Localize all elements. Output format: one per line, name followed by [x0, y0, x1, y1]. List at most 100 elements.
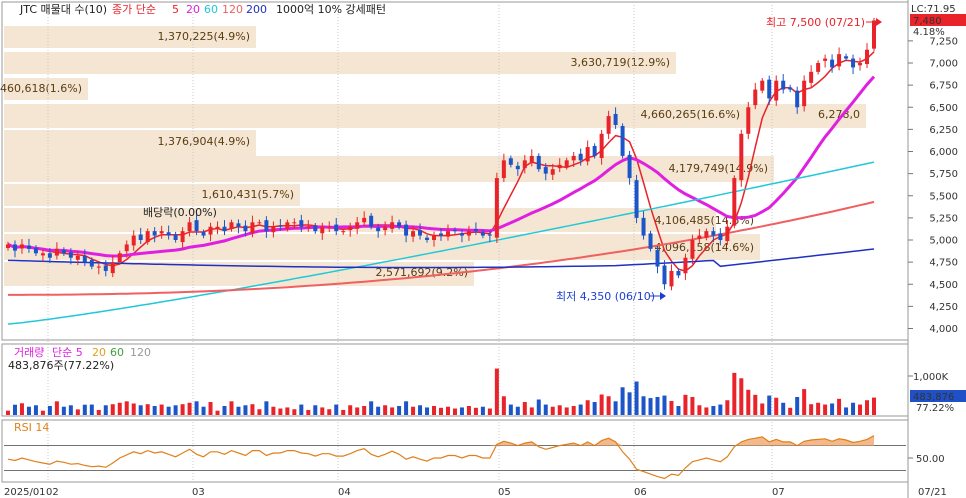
volume-bar	[152, 406, 157, 415]
volume-bar	[439, 407, 443, 415]
candle-body	[369, 215, 374, 227]
rsi-axis-tick: 50.00	[916, 454, 945, 465]
candle-body	[397, 222, 402, 227]
volume-bar	[816, 402, 821, 415]
candle-body	[494, 178, 499, 238]
volume-bar	[341, 409, 346, 415]
price-tick-label: 4,750	[929, 258, 958, 269]
volume-profile-bar	[4, 156, 774, 182]
volume-bar	[33, 405, 38, 415]
volume-bar	[397, 406, 402, 415]
volume-bar	[243, 405, 248, 415]
volume-bar	[201, 406, 206, 415]
candle-body	[746, 107, 751, 134]
candle-body	[208, 226, 213, 235]
candle-body	[117, 253, 122, 263]
volume-bar	[718, 404, 723, 415]
candle-body	[480, 232, 485, 236]
volume-bar	[459, 407, 464, 415]
volume-bar	[585, 400, 590, 415]
volume-profile-label: 1,610,431(5.7%)	[201, 188, 294, 201]
candle-body	[257, 222, 262, 224]
volume-bar	[802, 389, 807, 415]
volume-bar	[159, 404, 164, 415]
volume-bar	[837, 398, 842, 415]
volume-bar	[676, 406, 681, 415]
volume-bar	[131, 403, 136, 415]
dividend-annotation: 배당락(0.00%)	[143, 206, 217, 219]
candle-body	[236, 223, 241, 227]
volume-bar	[774, 397, 779, 415]
volume-bar	[285, 407, 290, 415]
volume-bar	[466, 406, 471, 415]
volume-bar	[404, 401, 409, 415]
candle-body	[299, 220, 304, 227]
candle-body	[802, 80, 807, 107]
volume-profile-label: 4,106,485(14.6%)	[654, 214, 754, 227]
candle-body	[320, 226, 325, 234]
candle-body	[33, 247, 38, 254]
volume-bar	[264, 401, 269, 415]
volume-bar	[515, 406, 520, 415]
price-tick-label: 4,250	[929, 302, 958, 313]
candle-body	[404, 224, 409, 236]
volume-bar	[292, 409, 297, 415]
candle-body	[334, 224, 339, 232]
candle-body	[383, 226, 388, 231]
candle-body	[508, 158, 513, 165]
volume-bar	[173, 405, 178, 415]
volume-bar	[487, 408, 492, 415]
volume-bar	[320, 407, 325, 415]
candle-body	[124, 244, 129, 252]
candle-body	[760, 80, 765, 91]
candle-body	[145, 231, 150, 243]
candle-body	[26, 245, 31, 249]
candle-body	[243, 225, 248, 232]
volume-profile-label: 1,376,904(4.9%)	[157, 135, 250, 148]
volume-profile-label: 3,630,719(12.9%)	[570, 56, 670, 69]
candle-body	[816, 63, 821, 72]
candle-body	[704, 231, 709, 238]
candle-body	[68, 252, 73, 258]
x-label-05: 05	[498, 487, 511, 498]
volume-bar	[732, 372, 737, 415]
x-label-06: 06	[634, 487, 647, 498]
candle-body	[613, 113, 618, 125]
volume-bar	[327, 409, 332, 415]
candle-body	[627, 154, 632, 179]
volume-bar	[620, 387, 625, 415]
volume-bar	[306, 409, 311, 415]
candle-body	[459, 233, 464, 236]
volume-bar	[180, 404, 185, 415]
candle-body	[543, 167, 548, 174]
lc-label: LC:71.95	[911, 4, 956, 15]
volume-bar	[278, 408, 283, 415]
stock-chart[interactable]: 1,370,225(4.9%) 3,630,719(12.9%) 460,618(1…	[0, 0, 966, 498]
candle-body	[837, 54, 842, 67]
volume-bar	[683, 394, 688, 415]
candle-body	[152, 231, 157, 236]
volume-profile-bar	[4, 208, 716, 232]
candle-body	[452, 230, 457, 232]
volume-bar	[124, 401, 129, 415]
high-annotation: 최고 7,500 (07/21)	[766, 16, 865, 29]
volume-bar	[550, 406, 555, 415]
candle-body	[823, 58, 828, 61]
volume-bar	[194, 401, 199, 415]
volume-current-pct: 77.22%	[916, 403, 954, 414]
candle-body	[362, 217, 367, 223]
volume-bar	[6, 410, 10, 415]
volume-bar	[711, 406, 716, 415]
candle-body	[529, 155, 534, 163]
candle-body	[592, 146, 597, 156]
volume-bar	[788, 407, 793, 415]
candle-body	[739, 133, 744, 181]
candle-body	[285, 222, 290, 229]
volume-bar	[89, 404, 94, 415]
volume-bar	[529, 407, 534, 415]
volume-bar	[271, 406, 276, 415]
candle-body	[47, 253, 52, 258]
candle-body	[40, 253, 45, 256]
volume-bar	[250, 404, 255, 415]
volume-bar	[851, 402, 856, 415]
